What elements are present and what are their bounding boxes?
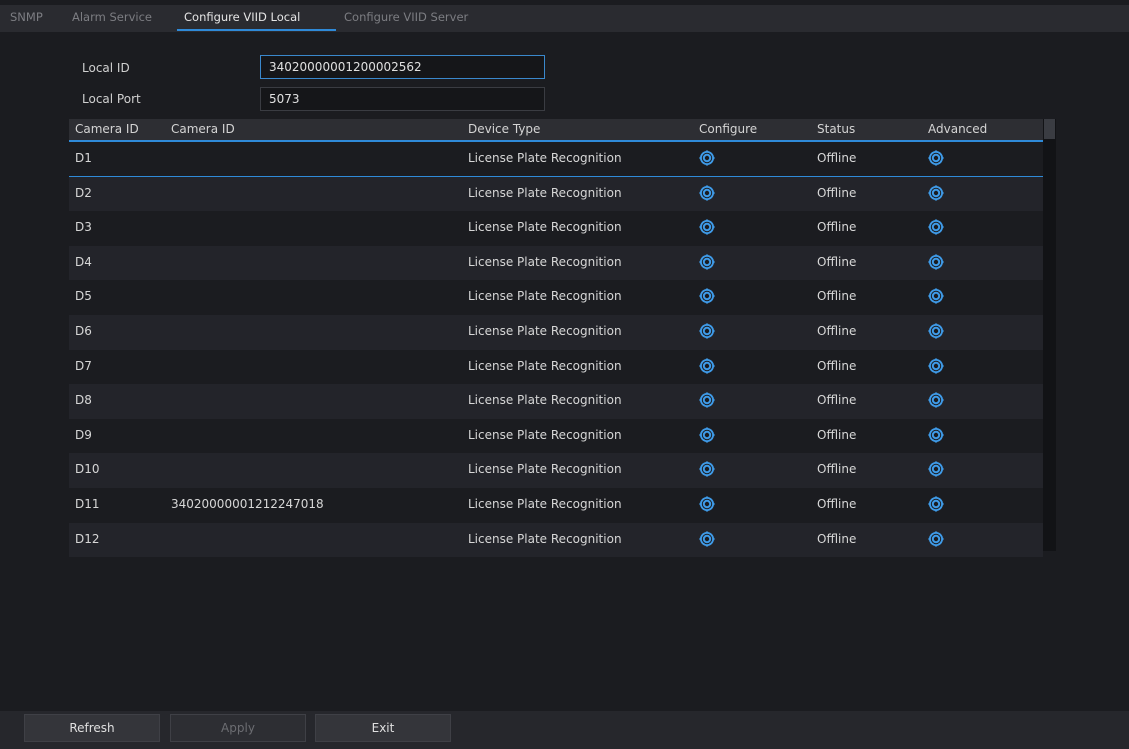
channel-cell: D6 xyxy=(75,324,92,338)
column-header-configure: Configure xyxy=(699,122,758,136)
configure-gear-icon[interactable] xyxy=(699,427,715,443)
advanced-gear-icon[interactable] xyxy=(928,219,944,235)
status-cell: Offline xyxy=(817,254,857,269)
configure-gear-icon[interactable] xyxy=(699,461,715,477)
configure-gear-icon[interactable] xyxy=(699,531,715,547)
active-tab-indicator xyxy=(177,29,336,31)
local-id-field[interactable]: 34020000001200002562 xyxy=(260,55,545,79)
column-header-channel: Camera ID xyxy=(75,122,139,136)
scrollbar-thumb[interactable] xyxy=(1044,119,1055,139)
device-type-cell: License Plate Recognition xyxy=(468,358,622,373)
configure-gear-icon[interactable] xyxy=(699,392,715,408)
channel-cell: D4 xyxy=(75,254,92,269)
status-cell: Offline xyxy=(817,358,857,373)
camera-id-cell: 34020000001212247018 xyxy=(171,497,324,511)
table-row[interactable]: D8 License Plate Recognition Offline xyxy=(69,384,1043,419)
advanced-gear-icon[interactable] xyxy=(928,323,944,339)
advanced-gear-icon[interactable] xyxy=(928,185,944,201)
device-type-cell: License Plate Recognition xyxy=(468,324,622,338)
tab-strip xyxy=(0,5,1129,32)
column-header-advanced: Advanced xyxy=(928,122,988,136)
device-type-cell: License Plate Recognition xyxy=(468,427,622,442)
column-header-camera-id: Camera ID xyxy=(171,122,235,136)
table-row[interactable]: D9 License Plate Recognition Offline xyxy=(69,418,1043,454)
configure-gear-icon[interactable] xyxy=(699,219,715,235)
tab-configure-viid-server[interactable]: Configure VIID Server xyxy=(344,10,468,24)
advanced-gear-icon[interactable] xyxy=(928,496,944,512)
status-cell: Offline xyxy=(817,462,857,477)
table-scrollbar[interactable] xyxy=(1043,119,1056,551)
device-type-cell: License Plate Recognition xyxy=(468,254,622,269)
channel-cell: D2 xyxy=(75,185,92,200)
table-header: Camera ID Camera ID Device Type Configur… xyxy=(69,119,1043,142)
status-cell: Offline xyxy=(817,289,857,304)
column-header-status: Status xyxy=(817,122,856,136)
table-row[interactable]: D3 License Plate Recognition Offline xyxy=(69,211,1043,246)
configure-gear-icon[interactable] xyxy=(699,358,715,374)
camera-table: Camera ID Camera ID Device Type Configur… xyxy=(69,119,1043,558)
exit-button[interactable]: Exit xyxy=(315,714,451,742)
channel-cell: D9 xyxy=(75,427,92,442)
configure-gear-icon[interactable] xyxy=(699,496,715,512)
device-type-cell: License Plate Recognition xyxy=(468,531,622,546)
device-type-cell: License Plate Recognition xyxy=(468,462,622,477)
table-row[interactable]: D4 License Plate Recognition Offline xyxy=(69,245,1043,281)
channel-cell: D11 xyxy=(75,497,100,511)
tab-snmp[interactable]: SNMP xyxy=(10,10,43,24)
local-port-field[interactable]: 5073 xyxy=(260,87,545,111)
status-cell: Offline xyxy=(817,531,857,546)
table-row[interactable]: D12 License Plate Recognition Offline xyxy=(69,522,1043,558)
tab-bar: SNMP Alarm Service Configure VIID Local … xyxy=(0,0,1129,36)
status-cell: Offline xyxy=(817,393,857,408)
configure-gear-icon[interactable] xyxy=(699,150,715,166)
refresh-button[interactable]: Refresh xyxy=(24,714,160,742)
channel-cell: D12 xyxy=(75,531,100,546)
advanced-gear-icon[interactable] xyxy=(928,358,944,374)
tab-alarm-service[interactable]: Alarm Service xyxy=(72,10,152,24)
status-cell: Offline xyxy=(817,220,857,235)
device-type-cell: License Plate Recognition xyxy=(468,289,622,304)
local-port-label: Local Port xyxy=(82,92,141,106)
device-type-cell: License Plate Recognition xyxy=(468,393,622,408)
status-cell: Offline xyxy=(817,185,857,200)
status-cell: Offline xyxy=(817,497,857,511)
status-cell: Offline xyxy=(817,427,857,442)
configure-gear-icon[interactable] xyxy=(699,323,715,339)
device-type-cell: License Plate Recognition xyxy=(468,151,622,165)
advanced-gear-icon[interactable] xyxy=(928,427,944,443)
channel-cell: D8 xyxy=(75,393,92,408)
table-row[interactable]: D11 34020000001212247018 License Plate Rec… xyxy=(69,488,1043,523)
advanced-gear-icon[interactable] xyxy=(928,150,944,166)
device-type-cell: License Plate Recognition xyxy=(468,220,622,235)
table-row[interactable]: D6 License Plate Recognition Offline xyxy=(69,315,1043,350)
device-type-cell: License Plate Recognition xyxy=(468,497,622,511)
table-row[interactable]: D7 License Plate Recognition Offline xyxy=(69,349,1043,385)
table-row[interactable]: D1 License Plate Recognition Offline xyxy=(69,142,1043,177)
table-row[interactable]: D10 License Plate Recognition Offline xyxy=(69,453,1043,488)
advanced-gear-icon[interactable] xyxy=(928,392,944,408)
channel-cell: D1 xyxy=(75,151,92,165)
table-row[interactable]: D2 License Plate Recognition Offline xyxy=(69,176,1043,212)
device-type-cell: License Plate Recognition xyxy=(468,185,622,200)
status-cell: Offline xyxy=(817,324,857,338)
configure-gear-icon[interactable] xyxy=(699,254,715,270)
channel-cell: D3 xyxy=(75,220,92,235)
column-header-device-type: Device Type xyxy=(468,122,541,136)
channel-cell: D7 xyxy=(75,358,92,373)
apply-button[interactable]: Apply xyxy=(170,714,306,742)
advanced-gear-icon[interactable] xyxy=(928,461,944,477)
configure-gear-icon[interactable] xyxy=(699,185,715,201)
table-row[interactable]: D5 License Plate Recognition Offline xyxy=(69,280,1043,315)
channel-cell: D5 xyxy=(75,289,92,304)
status-cell: Offline xyxy=(817,151,857,165)
advanced-gear-icon[interactable] xyxy=(928,288,944,304)
local-id-label: Local ID xyxy=(82,61,130,75)
advanced-gear-icon[interactable] xyxy=(928,254,944,270)
channel-cell: D10 xyxy=(75,462,100,477)
advanced-gear-icon[interactable] xyxy=(928,531,944,547)
tab-configure-viid-local[interactable]: Configure VIID Local xyxy=(184,10,300,24)
configure-gear-icon[interactable] xyxy=(699,288,715,304)
